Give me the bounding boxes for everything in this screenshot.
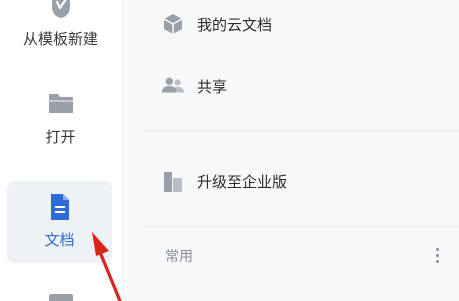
rail-item-open[interactable]: 打开 [0, 91, 121, 147]
menu-item-shared[interactable]: 共享 [161, 72, 227, 100]
side-panel: 我的云文档 共享 升级至企业版 常用 [121, 0, 459, 301]
rail-item-docs[interactable]: 文档 [7, 181, 112, 263]
people-icon [161, 74, 185, 98]
cube-icon [161, 12, 185, 36]
rail-item-next[interactable] [0, 292, 121, 301]
menu-item-label: 升级至企业版 [197, 172, 288, 191]
rail-item-new-from-template[interactable]: 从模板新建 [0, 0, 121, 49]
menu-item-upgrade-enterprise[interactable]: 升级至企业版 [161, 167, 287, 195]
more-vertical-icon[interactable] [427, 242, 447, 268]
document-icon [48, 294, 73, 301]
menu-item-label: 共享 [197, 77, 228, 96]
nav-rail: 从模板新建 打开 文档 [0, 0, 121, 301]
menu-item-my-cloud-docs[interactable]: 我的云文档 [161, 10, 272, 38]
menu-item-label: 我的云文档 [197, 15, 273, 34]
divider [143, 226, 459, 227]
template-icon [51, 0, 70, 18]
document-icon [50, 194, 69, 220]
divider [143, 131, 459, 132]
app-window: 从模板新建 打开 文档 我的云文档 共享 升级至企业版 常用 [0, 0, 459, 301]
building-icon [161, 169, 185, 193]
rail-item-label: 打开 [45, 128, 76, 146]
folder-icon [48, 94, 73, 113]
rail-item-label: 文档 [44, 231, 75, 249]
section-label-frequent: 常用 [165, 249, 193, 265]
rail-item-label: 从模板新建 [22, 30, 98, 48]
